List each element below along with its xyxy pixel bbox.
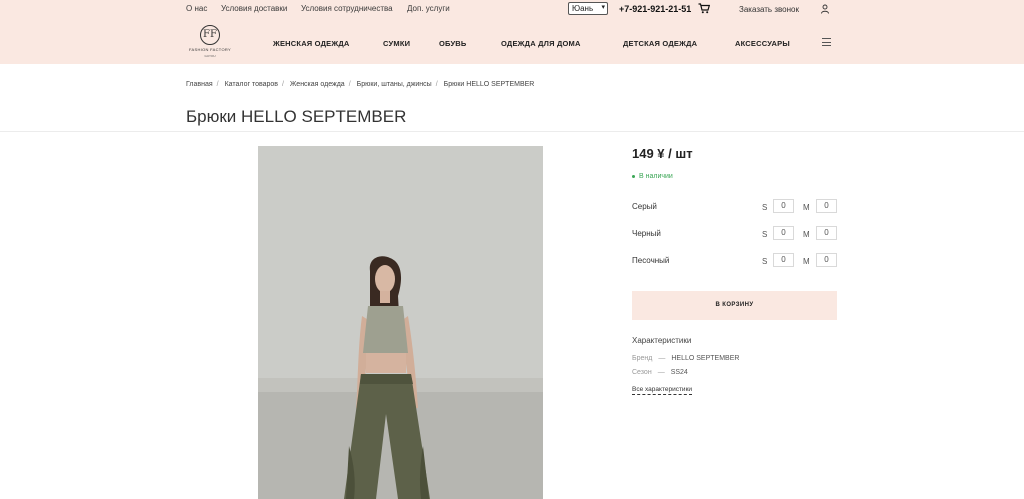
nav-kids-clothing[interactable]: ДЕТСКАЯ ОДЕЖДА <box>623 39 697 48</box>
breadcrumb-catalog[interactable]: Каталог товаров <box>225 81 278 88</box>
nav-accessories[interactable]: АКСЕССУАРЫ <box>735 39 790 48</box>
quantity-input[interactable]: 0 <box>773 199 794 213</box>
currency-value: Юань <box>572 4 594 13</box>
breadcrumb: Главная / Каталог товаров / Женская одежда… <box>186 81 535 88</box>
site-logo[interactable]: FF FASHION FACTORY GUYOU <box>186 25 234 61</box>
callback-link[interactable]: Заказать звонок <box>739 5 799 14</box>
variant-color: Серый <box>632 202 657 211</box>
menu-icon[interactable] <box>822 38 831 46</box>
divider <box>0 131 1024 132</box>
site-header: О нас Условия доставки Условия сотруднич… <box>0 0 1024 64</box>
product-price: 149 ¥ / шт <box>632 146 693 161</box>
cooperation-link[interactable]: Условия сотрудничества <box>301 4 393 13</box>
nav-womens-clothing[interactable]: ЖЕНСКАЯ ОДЕЖДА <box>273 39 350 48</box>
stock-status-text: В наличии <box>639 173 673 180</box>
size-label: S <box>762 257 768 266</box>
logo-mark: FF <box>200 25 220 45</box>
nav-shoes[interactable]: ОБУВЬ <box>439 39 467 48</box>
stock-status: В наличии <box>632 173 673 180</box>
status-dot-icon <box>632 174 635 178</box>
nav-home-clothing[interactable]: ОДЕЖДА ДЛЯ ДОМА <box>501 39 581 48</box>
logo-name: FASHION FACTORY <box>189 47 231 52</box>
all-characteristics-link[interactable]: Все характеристики <box>632 386 693 395</box>
variant-color: Черный <box>632 229 661 238</box>
variant-row: Песочный S 0 M 0 <box>632 253 838 269</box>
quantity-input[interactable]: 0 <box>773 253 794 267</box>
characteristic-row: Сезон — SS24 <box>632 369 688 376</box>
breadcrumb-trousers[interactable]: Брюки, штаны, джинсы <box>357 81 432 88</box>
characteristic-key: Бренд <box>632 355 653 362</box>
delivery-link[interactable]: Условия доставки <box>221 4 287 13</box>
user-icon[interactable] <box>820 4 830 14</box>
characteristic-key: Сезон <box>632 369 652 376</box>
nav-bags[interactable]: СУМКИ <box>383 39 410 48</box>
size-label: S <box>762 230 768 239</box>
quantity-input[interactable]: 0 <box>816 226 837 240</box>
size-label: M <box>803 203 810 212</box>
quantity-input[interactable]: 0 <box>773 226 794 240</box>
about-link[interactable]: О нас <box>186 4 207 13</box>
characteristics-title: Характеристики <box>632 336 692 345</box>
variant-color: Песочный <box>632 256 670 265</box>
quantity-input[interactable]: 0 <box>816 253 837 267</box>
characteristic-value: SS24 <box>670 369 688 376</box>
currency-select[interactable]: Юань ▾ <box>568 2 608 15</box>
add-to-cart-button[interactable]: В КОРЗИНУ <box>632 291 837 320</box>
variant-row: Черный S 0 M 0 <box>632 226 838 242</box>
logo-subtitle: GUYOU <box>204 54 216 58</box>
breadcrumb-current: Брюки HELLO SEPTEMBER <box>443 81 535 88</box>
top-bar: О нас Условия доставки Условия сотруднич… <box>0 0 1024 18</box>
size-label: M <box>803 257 810 266</box>
chevron-down-icon: ▾ <box>601 4 605 11</box>
extra-services-link[interactable]: Доп. услуги <box>407 4 450 13</box>
cart-icon[interactable] <box>698 3 710 14</box>
breadcrumb-home[interactable]: Главная <box>186 81 213 88</box>
product-photo[interactable] <box>258 146 543 499</box>
product-photo-illustration <box>258 146 543 499</box>
size-label: M <box>803 230 810 239</box>
characteristic-value: HELLO SEPTEMBER <box>671 355 740 362</box>
page-title: Брюки HELLO SEPTEMBER <box>186 107 407 127</box>
size-label: S <box>762 203 768 212</box>
quantity-input[interactable]: 0 <box>816 199 837 213</box>
phone-number[interactable]: +7-921-921-21-51 <box>619 4 691 14</box>
breadcrumb-womens[interactable]: Женская одежда <box>290 81 345 88</box>
variant-row: Серый S 0 M 0 <box>632 199 838 215</box>
characteristic-row: Бренд — HELLO SEPTEMBER <box>632 355 740 362</box>
